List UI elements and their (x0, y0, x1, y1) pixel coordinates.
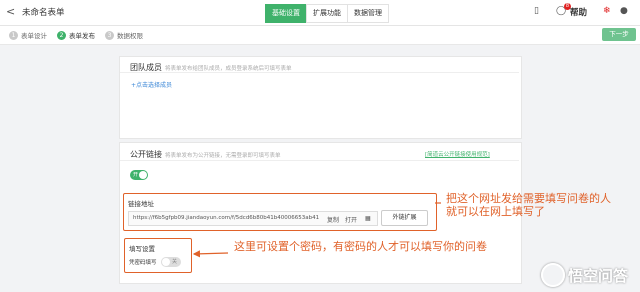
watermark-text: 悟空问答 (568, 266, 629, 285)
link-annotation-line2: 就可以在网上填写了 (446, 205, 545, 218)
watermark: 悟空问答 (541, 263, 628, 287)
watermark-logo-icon (541, 263, 565, 287)
link-annotation-line1: 把这个网址发给需要填写问卷的人 (446, 192, 611, 205)
password-annotation-arrow (192, 250, 229, 258)
password-annotation: 这里可设置个密码，有密码的人才可以填写你的问卷 (234, 240, 487, 253)
